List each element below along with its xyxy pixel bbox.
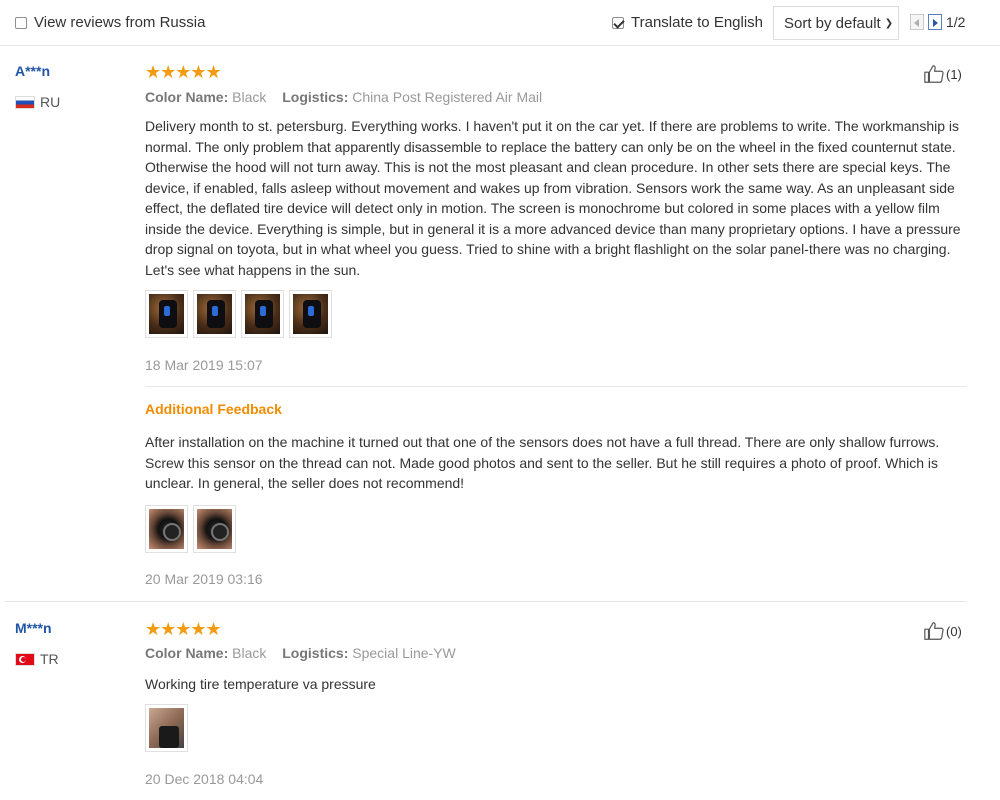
country-code: RU — [40, 94, 61, 110]
review-photo-thumbnail[interactable] — [145, 290, 188, 338]
photo-icon — [149, 294, 184, 334]
logistics-key: Logistics: — [282, 645, 349, 661]
helpful-button[interactable]: (0) — [923, 620, 962, 642]
logistics-value: China Post Registered Air Mail — [352, 89, 543, 105]
photo-icon — [293, 294, 328, 334]
photo-icon — [197, 509, 232, 549]
previous-page-button[interactable] — [910, 14, 924, 30]
country-code: TR — [40, 651, 59, 667]
review-photo-thumbnail[interactable] — [145, 704, 188, 752]
view-russia-label: View reviews from Russia — [34, 14, 206, 31]
color-name-value: Black — [232, 645, 267, 661]
helpful-button[interactable]: (1) — [923, 63, 962, 85]
additional-feedback-text: After installation on the machine it tur… — [145, 434, 940, 491]
reviewer-name[interactable]: M***n — [15, 620, 52, 636]
review-divider — [5, 601, 967, 602]
star-rating: ★★★★★ — [145, 619, 222, 639]
next-page-button[interactable] — [928, 14, 942, 30]
view-russia-checkbox[interactable] — [15, 16, 27, 29]
review-date: 18 Mar 2019 15:07 — [145, 357, 263, 373]
additional-photo-thumbnail[interactable] — [145, 505, 188, 553]
review-text: Delivery month to st. petersburg. Everyt… — [145, 118, 961, 278]
sort-dropdown[interactable]: Sort by default ❯ — [773, 6, 899, 40]
translate-checkbox[interactable] — [612, 16, 624, 29]
thumbs-up-icon — [924, 65, 944, 83]
photo-icon — [149, 708, 184, 748]
translate-label: Translate to English — [631, 14, 764, 31]
color-name-value: Black — [232, 89, 267, 105]
reviewer-country: TR — [15, 651, 59, 667]
star-rating: ★★★★★ — [145, 62, 222, 82]
logistics-value: Special Line-YW — [352, 645, 456, 661]
photo-icon — [197, 294, 232, 334]
page-indicator: 1/2 — [946, 14, 966, 30]
review-photo-thumbnail[interactable] — [241, 290, 284, 338]
divider — [145, 386, 967, 387]
review-photo-thumbnail[interactable] — [193, 290, 236, 338]
logistics-key: Logistics: — [282, 89, 349, 105]
reviews-toolbar: View reviews from Russia Translate to En… — [0, 0, 1000, 46]
review-date: 20 Dec 2018 04:04 — [145, 771, 264, 787]
photo-icon — [149, 509, 184, 549]
view-russia-filter[interactable]: View reviews from Russia — [15, 14, 205, 31]
translate-toggle[interactable]: Translate to English — [612, 14, 763, 31]
reviewer-name[interactable]: A***n — [15, 63, 50, 79]
additional-photo-thumbnail[interactable] — [193, 505, 236, 553]
additional-feedback-heading: Additional Feedback — [145, 401, 282, 417]
review-meta: Color Name: Black Logistics: Special Lin… — [145, 645, 468, 661]
thumbs-up-icon — [924, 622, 944, 640]
color-name-key: Color Name: — [145, 89, 229, 105]
color-name-key: Color Name: — [145, 645, 229, 661]
russia-flag-icon — [15, 95, 35, 109]
sort-dropdown-label: Sort by default — [784, 14, 881, 32]
review-text: Working tire temperature va pressure — [145, 676, 376, 692]
chevron-down-icon: ❯ — [884, 17, 894, 29]
additional-feedback-date: 20 Mar 2019 03:16 — [145, 571, 263, 587]
helpful-count: (0) — [946, 623, 962, 639]
review-meta: Color Name: Black Logistics: China Post … — [145, 89, 554, 105]
photo-icon — [245, 294, 280, 334]
turkey-flag-icon — [15, 652, 35, 666]
review-photo-thumbnail[interactable] — [289, 290, 332, 338]
reviewer-country: RU — [15, 94, 60, 110]
helpful-count: (1) — [946, 66, 962, 82]
